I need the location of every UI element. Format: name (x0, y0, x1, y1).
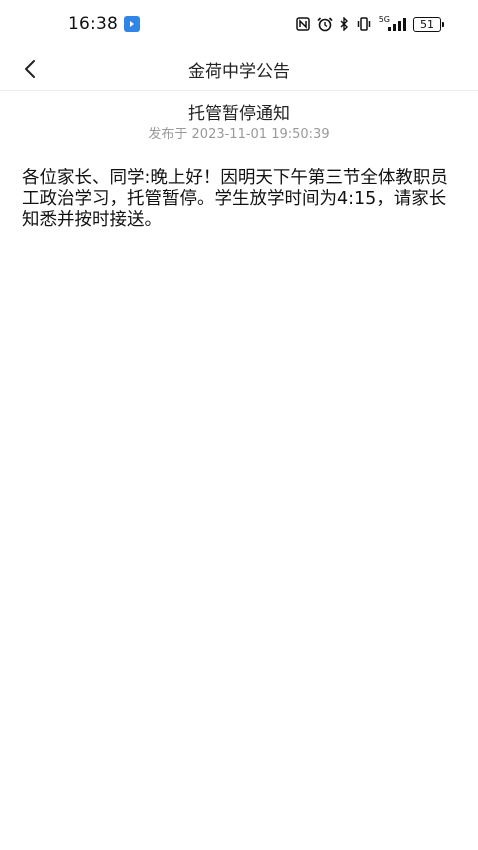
nav-bar: 金荷中学公告 (0, 48, 478, 91)
battery-cap (442, 21, 444, 27)
status-left: 16:38 (68, 14, 140, 34)
nfc-icon (295, 17, 310, 31)
notice-publish-time: 发布于 2023-11-01 19:50:39 (148, 127, 330, 142)
app-notification-icon (124, 16, 140, 32)
chevron-left-icon (25, 60, 35, 78)
status-right: 5G 51 (295, 16, 444, 32)
notice-body: 各位家长、同学:晚上好！因明天下午第三节全体教职员工政治学习，托管暂停。学生放学… (22, 168, 448, 230)
bluetooth-icon (340, 17, 349, 31)
notice-article: 托管暂停通知 发布于 2023-11-01 19:50:39 各位家长、同学:晚… (0, 98, 478, 231)
notice-title: 托管暂停通知 (188, 104, 290, 124)
battery-level: 51 (413, 16, 441, 32)
status-bar: 16:38 5G 51 (0, 0, 478, 48)
signal-icon: 5G (379, 16, 406, 31)
alarm-icon (317, 16, 333, 32)
vibrate-icon (356, 17, 372, 31)
battery-icon: 51 (413, 16, 444, 32)
status-time: 16:38 (68, 14, 118, 34)
back-button[interactable] (14, 53, 46, 85)
page-title: 金荷中学公告 (188, 61, 290, 82)
